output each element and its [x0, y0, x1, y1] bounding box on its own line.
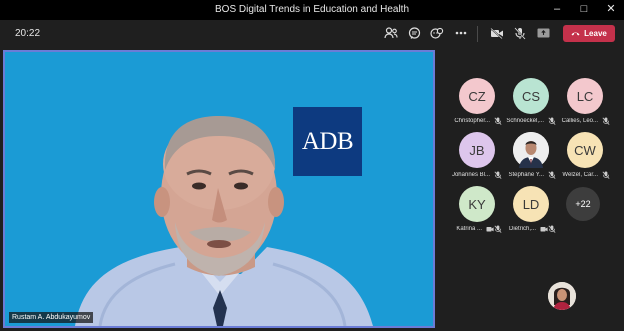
mic-off-icon — [494, 225, 502, 233]
avatar: CW — [567, 132, 603, 168]
chat-icon[interactable] — [406, 25, 422, 41]
participants-icon[interactable] — [383, 25, 399, 41]
avatar: KY — [459, 186, 495, 222]
speaker-video-frame — [75, 116, 373, 326]
participant-tile[interactable]: LD Dietrich,... — [506, 186, 556, 238]
avatar: CZ — [459, 78, 495, 114]
avatar: CS — [513, 78, 549, 114]
participant-name: Welzel, Car... — [562, 172, 598, 178]
participant-name: Dietrich,... — [508, 226, 536, 232]
more-options-icon[interactable] — [453, 25, 469, 41]
share-screen-icon[interactable] — [535, 25, 551, 41]
participant-tile[interactable]: CZ Christopher... — [452, 78, 502, 130]
participant-name: Schnoeckel,... — [506, 118, 544, 124]
toolbar-divider — [477, 26, 478, 42]
avatar: LD — [513, 186, 549, 222]
avatar: JB — [459, 132, 495, 168]
meeting-toolbar: 20:22 Leave — [0, 20, 624, 48]
mic-off-icon — [548, 225, 556, 233]
video-off-icon — [486, 227, 494, 232]
participant-tile[interactable]: LC Callies, Leo... — [560, 78, 610, 130]
more-participants-button[interactable]: +22 — [566, 187, 600, 221]
camera-off-icon[interactable] — [489, 25, 505, 41]
participant-name: Christopher... — [454, 118, 490, 124]
speaker-name-label: Rustam A. Abdukayumov — [9, 312, 94, 323]
window-title: BOS Digital Trends in Education and Heal… — [215, 4, 409, 15]
participant-name: Johannes Bl... — [451, 172, 490, 178]
close-icon[interactable]: ✕ — [598, 0, 624, 20]
participant-name: Callies, Leo... — [561, 118, 598, 124]
video-off-icon — [540, 227, 548, 232]
avatar: LC — [567, 78, 603, 114]
mic-off-icon — [494, 117, 502, 125]
participant-tile[interactable]: JB Johannes Bl... — [452, 132, 502, 184]
mic-off-icon[interactable] — [512, 25, 528, 41]
participant-tile[interactable]: CW Welzel, Car... — [560, 132, 610, 184]
leave-button[interactable]: Leave — [563, 25, 615, 42]
mic-off-icon — [548, 171, 556, 179]
mic-off-icon — [494, 171, 502, 179]
participant-name: Stephane Y... — [508, 172, 544, 178]
participant-tile[interactable]: CS Schnoeckel,... — [506, 78, 556, 130]
self-photo-icon — [548, 282, 576, 310]
participant-tile[interactable]: Stephane Y... — [506, 132, 556, 184]
mic-off-icon — [548, 117, 556, 125]
maximize-icon[interactable]: □ — [571, 0, 597, 20]
leave-button-label: Leave — [584, 29, 607, 38]
speaker-video[interactable]: ADB Rustam A. Abdukayumov — [3, 50, 435, 328]
profile-photo-icon — [513, 132, 549, 168]
mic-off-icon — [602, 171, 610, 179]
meeting-timer: 20:22 — [15, 28, 41, 39]
mic-off-icon — [602, 117, 610, 125]
title-bar: BOS Digital Trends in Education and Heal… — [0, 0, 624, 20]
reactions-icon[interactable] — [429, 25, 445, 41]
adb-logo: ADB — [293, 107, 362, 176]
participant-name: Katrina ... — [456, 226, 482, 232]
hang-up-icon — [571, 32, 580, 36]
participant-tile[interactable]: KY Katrina ... — [452, 186, 502, 238]
minimize-icon[interactable]: – — [544, 0, 570, 20]
avatar-photo — [513, 132, 549, 168]
self-view-avatar[interactable] — [548, 282, 576, 310]
